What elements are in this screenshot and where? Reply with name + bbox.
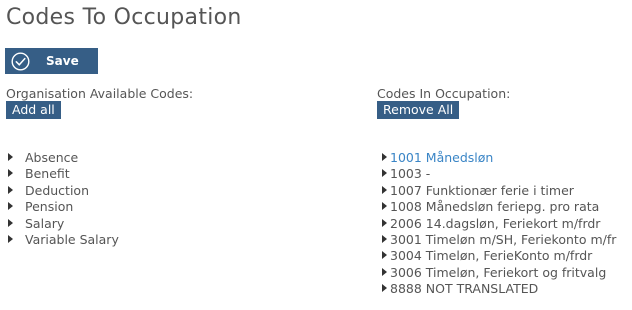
caret-right-icon — [8, 234, 13, 243]
list-item[interactable]: 3004 Timeløn, FerieKonto m/frdr — [382, 248, 616, 264]
list-item-label: Variable Salary — [25, 231, 119, 247]
codes-to-occupation-page: Codes To Occupation Save Organisation Av… — [0, 0, 632, 310]
list-item[interactable]: 1001 Månedsløn — [382, 150, 616, 166]
list-item-label: 1003 - — [390, 166, 431, 182]
caret-right-icon — [8, 153, 13, 161]
list-item[interactable]: Absence — [8, 150, 119, 166]
page-title: Codes To Occupation — [6, 5, 242, 30]
remove-all-button[interactable]: Remove All — [377, 101, 460, 119]
caret-right-icon — [382, 153, 387, 161]
list-item-label: 1007 Funktionær ferie i timer — [390, 182, 574, 198]
list-item[interactable]: 1003 - — [382, 166, 616, 182]
list-item[interactable]: Salary — [8, 216, 119, 232]
available-codes-list: Absence Benefit Deduction Pension Salary Vari… — [8, 150, 119, 248]
save-button[interactable]: Save — [5, 48, 98, 74]
list-item-label: Salary — [25, 215, 65, 231]
list-item[interactable]: 3001 Timeløn m/SH, Feriekonto m/fr — [382, 232, 616, 248]
list-item[interactable]: Deduction — [8, 183, 119, 199]
save-button-label: Save — [46, 54, 79, 68]
check-circle-icon — [11, 51, 30, 71]
list-item[interactable]: 1007 Funktionær ferie i timer — [382, 183, 616, 199]
available-codes-heading: Organisation Available Codes: — [6, 86, 194, 101]
caret-right-icon — [382, 169, 387, 178]
list-item-label: Deduction — [25, 182, 89, 198]
caret-right-icon — [8, 202, 13, 211]
caret-right-icon — [8, 185, 13, 194]
list-item[interactable]: Pension — [8, 199, 119, 215]
list-item[interactable]: Variable Salary — [8, 232, 119, 248]
list-item-label: 2006 14.dagsløn, Feriekort m/frdr — [390, 215, 601, 231]
list-item-label: Absence — [25, 150, 79, 165]
caret-right-icon — [8, 169, 13, 178]
list-item[interactable]: Benefit — [8, 166, 119, 182]
list-item[interactable]: 8888 NOT TRANSLATED — [382, 281, 616, 297]
list-item-label: 3001 Timeløn m/SH, Feriekonto m/fr — [390, 231, 617, 247]
list-item-label: 1008 Månedsløn feriepg. pro rata — [390, 199, 600, 215]
caret-right-icon — [382, 267, 387, 276]
caret-right-icon — [382, 251, 387, 260]
list-item-label: Benefit — [25, 166, 70, 182]
caret-right-icon — [382, 234, 387, 243]
list-item[interactable]: 3006 Timeløn, Feriekort og fritvalg — [382, 265, 616, 281]
add-all-button[interactable]: Add all — [6, 101, 61, 119]
caret-right-icon — [382, 185, 387, 194]
list-item-label: 1001 Månedsløn — [390, 150, 494, 165]
list-item-label: 3004 Timeløn, FerieKonto m/frdr — [390, 248, 593, 264]
list-item-label: 8888 NOT TRANSLATED — [390, 281, 539, 297]
caret-right-icon — [382, 284, 387, 293]
list-item[interactable]: 2006 14.dagsløn, Feriekort m/frdr — [382, 216, 616, 232]
occupation-codes-heading: Codes In Occupation: — [377, 86, 511, 101]
caret-right-icon — [382, 218, 387, 227]
caret-right-icon — [8, 218, 13, 227]
list-item-label: 3006 Timeløn, Feriekort og fritvalg — [390, 264, 607, 280]
caret-right-icon — [382, 202, 387, 211]
occupation-codes-list: 1001 Månedsløn 1003 -1007 Funktionær feri… — [382, 150, 616, 298]
list-item-label: Pension — [25, 199, 74, 215]
list-item[interactable]: 1008 Månedsløn feriepg. pro rata — [382, 199, 616, 215]
